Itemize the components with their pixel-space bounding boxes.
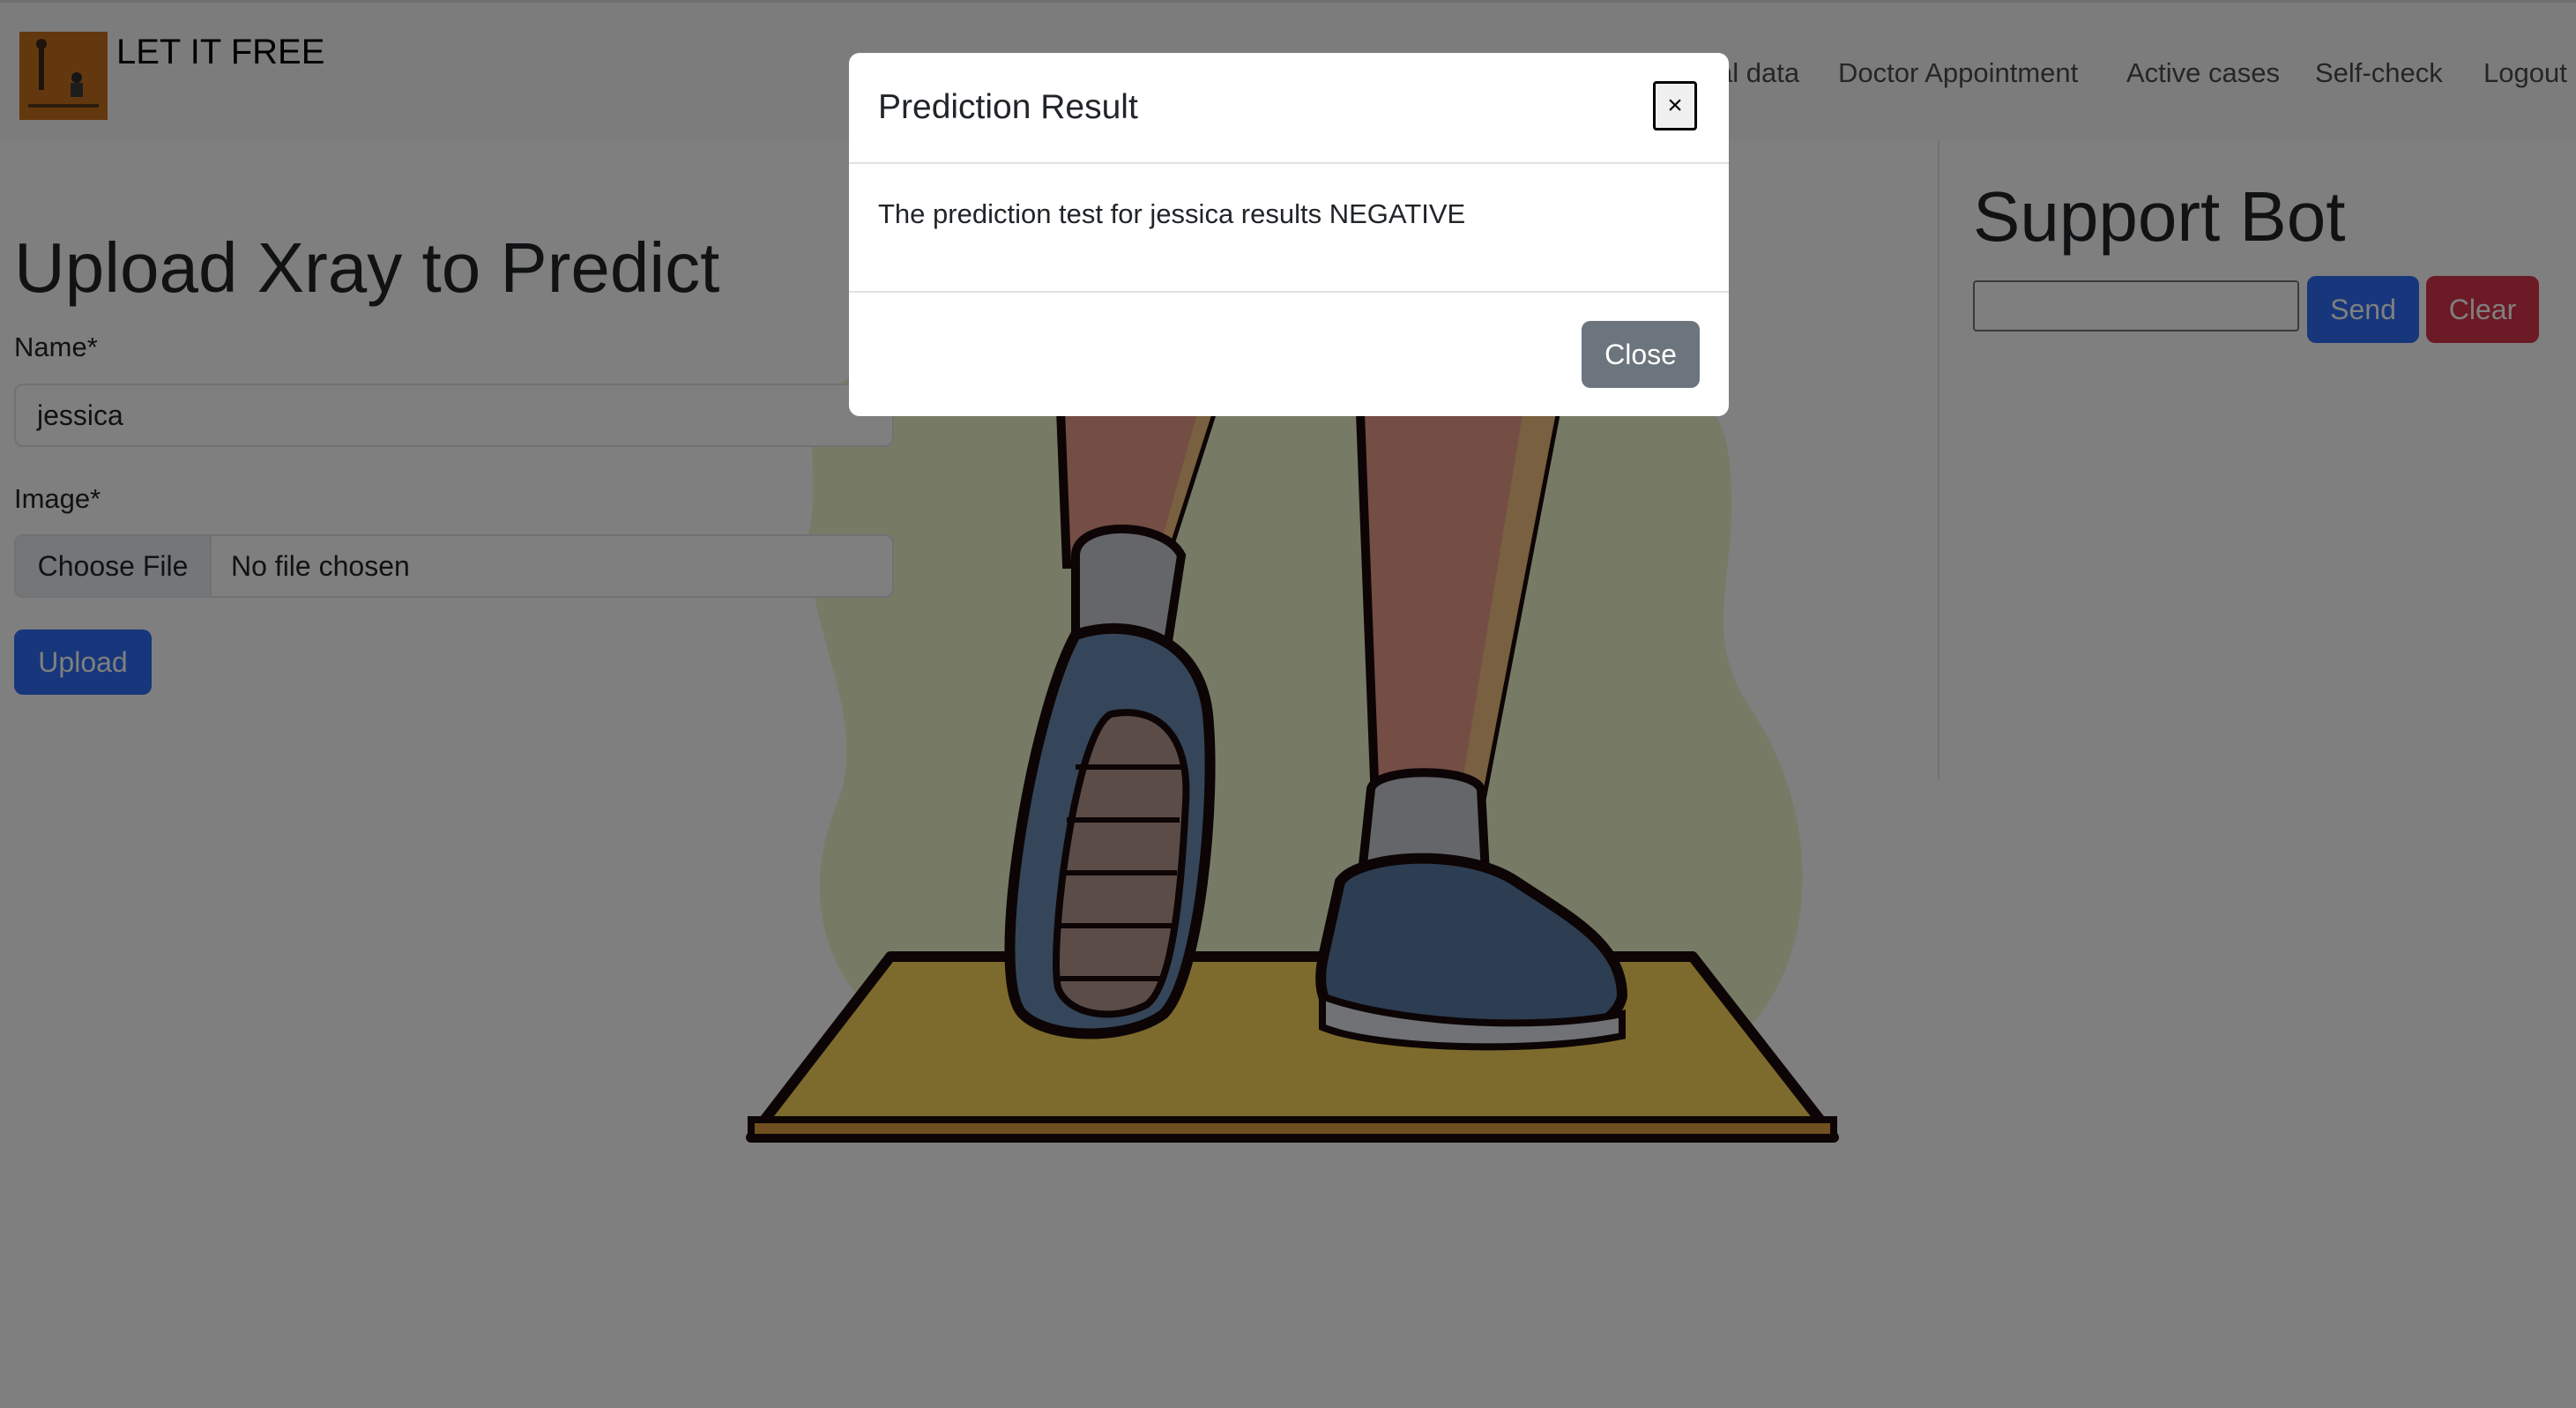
prediction-message: The prediction test for jessica results … xyxy=(878,198,1466,229)
modal-title: Prediction Result xyxy=(878,88,1138,126)
close-button[interactable]: Close xyxy=(1582,321,1700,388)
modal-close-icon[interactable]: × xyxy=(1653,81,1697,130)
prediction-result-modal: Prediction Result × The prediction test … xyxy=(849,53,1729,416)
modal-footer: Close xyxy=(849,291,1729,416)
modal-header: Prediction Result × xyxy=(849,53,1729,164)
